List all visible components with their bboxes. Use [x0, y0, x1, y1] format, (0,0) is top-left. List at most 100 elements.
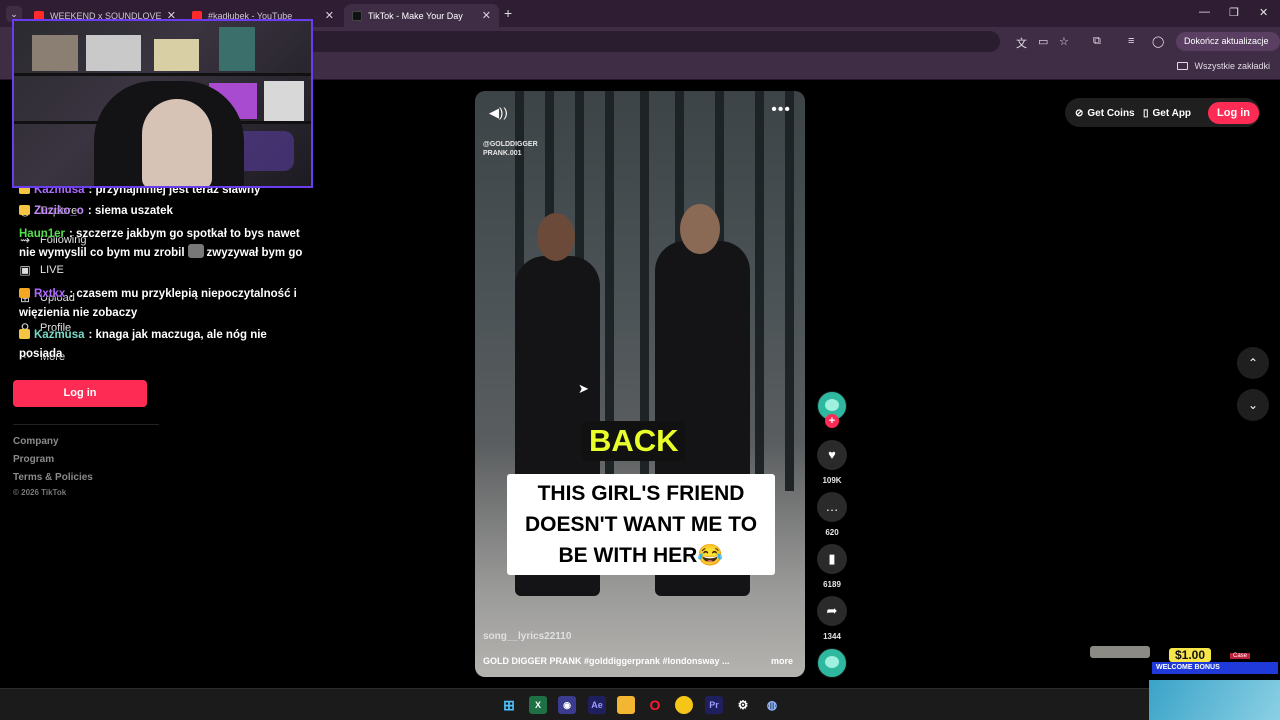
extensions-icon[interactable]: ⧉	[1093, 35, 1101, 48]
comment-count: 620	[825, 528, 839, 537]
chrome-icon[interactable]	[675, 696, 693, 714]
sound-label[interactable]: song__lyrics22110	[483, 631, 571, 642]
folder-icon	[1177, 62, 1189, 70]
video-description: GOLD DIGGER PRANK #golddiggerprank #lond…	[483, 656, 730, 666]
comment-icon[interactable]: …	[817, 492, 847, 522]
after-effects-icon[interactable]: Ae	[588, 696, 606, 714]
phone-icon: ▯	[1143, 107, 1149, 119]
video-watermark: @GOLDDIGGER PRANK.001	[483, 140, 538, 158]
get-coins-button[interactable]: ⊘ Get Coins	[1075, 102, 1135, 124]
chat-user: Zuziko_o	[34, 205, 84, 217]
media-control-icon[interactable]: ≡	[1128, 35, 1134, 47]
collectible-box	[32, 35, 78, 71]
share-icon[interactable]: ➦	[817, 596, 847, 626]
update-button[interactable]: Dokończ aktualizacje ⋮	[1176, 32, 1280, 65]
more-options-icon[interactable]: •••	[771, 101, 791, 119]
all-bookmarks[interactable]: Wszystkie zakładki	[1177, 61, 1270, 71]
collectible-box	[264, 81, 304, 121]
get-coins-label: Get Coins	[1087, 107, 1135, 119]
ad-brand: Case	[1230, 653, 1251, 659]
restore-icon[interactable]: ❐	[1229, 6, 1239, 19]
caption-main: THIS GIRL'S FRIEND DOESN'T WANT ME TO BE…	[507, 474, 775, 575]
footer-program[interactable]: Program	[13, 454, 54, 465]
divider	[13, 424, 159, 425]
coin-icon: ⊘	[1075, 107, 1084, 119]
ad-bonus: WELCOME BONUS	[1152, 662, 1278, 674]
person-left-head	[537, 213, 575, 261]
streamer	[142, 99, 212, 186]
excel-icon[interactable]: X	[529, 696, 547, 714]
get-app-button[interactable]: ▯ Get App	[1143, 102, 1191, 124]
sound-disc-avatar[interactable]	[817, 648, 847, 678]
nav-live[interactable]: ▣ LIVE	[18, 263, 64, 277]
more-link[interactable]: more	[771, 656, 793, 666]
minimize-icon[interactable]: —	[1199, 6, 1210, 18]
previous-video-icon[interactable]: ⌃	[1237, 347, 1269, 379]
tiktok-icon	[352, 10, 362, 21]
ad-weapon-image	[1090, 646, 1150, 658]
follow-plus-icon[interactable]: +	[825, 414, 839, 428]
share-count: 1344	[823, 632, 841, 641]
save-count: 6189	[823, 580, 841, 589]
mute-icon[interactable]: ◀))	[489, 105, 508, 121]
chat-user: Haun1er	[19, 228, 66, 240]
chat-text: zwyzywał bym go	[206, 247, 303, 259]
warning-badge-icon	[19, 288, 30, 298]
cursor-icon: ➤	[578, 381, 589, 396]
steam-icon[interactable]: ◍	[763, 696, 781, 714]
like-count: 109K	[822, 476, 842, 485]
footer-company[interactable]: Company	[13, 436, 59, 447]
close-icon[interactable]: ✕	[325, 9, 334, 22]
chat-user: Kazmusa	[34, 329, 85, 341]
chat-text: : siema uszatek	[87, 205, 173, 217]
windows-start-icon[interactable]: ⊞	[500, 696, 518, 714]
omnibox[interactable]	[300, 31, 1000, 52]
ad-price: $1.00	[1169, 648, 1212, 662]
file-explorer-icon[interactable]	[617, 696, 635, 714]
caption-back: BACK	[582, 421, 686, 461]
chat-message: Kazmusa: knaga jak maczuga, ale nóg nie …	[19, 326, 309, 364]
collectible-box	[86, 35, 141, 71]
collectible-box	[219, 27, 255, 71]
translate-icon[interactable]: 文	[1016, 35, 1027, 51]
sub-badge-icon	[19, 205, 30, 215]
live-icon: ▣	[19, 263, 31, 277]
bookmark-star-icon[interactable]: ☆	[1059, 35, 1069, 48]
new-tab-button[interactable]: +	[504, 5, 512, 21]
top-login-button[interactable]: Log in	[1208, 102, 1259, 124]
update-label: Dokończ aktualizacje	[1184, 36, 1269, 46]
fence-bar	[755, 91, 764, 491]
app-icon[interactable]: ⚙	[734, 696, 752, 714]
person-right-head	[680, 204, 720, 254]
stream-thumbnail	[1149, 680, 1280, 720]
emote-icon	[187, 244, 204, 258]
close-icon[interactable]: ✕	[482, 9, 491, 22]
all-bookmarks-label: Wszystkie zakładki	[1194, 61, 1270, 71]
footer-terms[interactable]: Terms & Policies	[13, 472, 93, 483]
opera-icon[interactable]: O	[646, 696, 664, 714]
close-window-icon[interactable]: ✕	[1259, 6, 1268, 19]
sub-badge-icon	[19, 329, 30, 339]
bookmark-icon[interactable]: ▮	[817, 544, 847, 574]
watermark-line: @GOLDDIGGER	[483, 141, 538, 148]
collectible-box	[154, 39, 199, 71]
watermark-line: PRANK.001	[483, 150, 522, 157]
app-icon[interactable]: ◉	[558, 696, 576, 714]
next-video-icon[interactable]: ⌄	[1237, 389, 1269, 421]
video-player[interactable]: ◀)) ••• @GOLDDIGGER PRANK.001 BACK THIS …	[475, 91, 805, 677]
tab-title: TikTok - Make Your Day	[368, 10, 463, 21]
cast-icon[interactable]: ▭	[1038, 35, 1048, 48]
tab-tiktok[interactable]: TikTok - Make Your Day ✕	[344, 4, 499, 27]
sidebar-login-button[interactable]: Log in	[13, 380, 147, 407]
profile-icon[interactable]: ◯	[1152, 35, 1164, 48]
like-icon[interactable]: ♥	[817, 440, 847, 470]
get-app-label: Get App	[1152, 107, 1192, 119]
chat-message: Zuziko_o: siema uszatek	[19, 202, 309, 221]
premiere-icon[interactable]: Pr	[705, 696, 723, 714]
windows-taskbar: ⊞ X ◉ Ae O Pr ⚙ ◍	[0, 688, 1280, 720]
chat-message: Rxtkx: czasem mu przyklepią niepoczytaln…	[19, 285, 309, 323]
chat-user: Rxtkx	[34, 288, 66, 300]
chat-message: Haun1er: szczerze jakbym go spotkał to b…	[19, 225, 309, 263]
webcam-overlay	[12, 19, 313, 188]
nav-label: LIVE	[40, 264, 64, 276]
